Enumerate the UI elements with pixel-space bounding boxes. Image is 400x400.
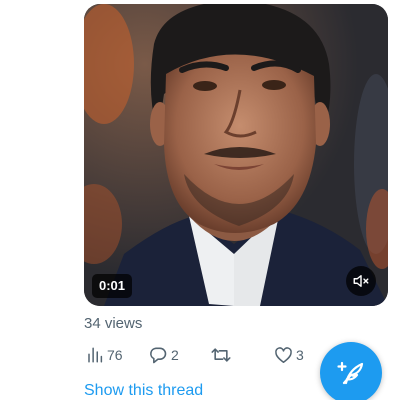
video-timestamp: 0:01 xyxy=(92,274,133,298)
video-player[interactable]: 0:01 xyxy=(84,4,388,306)
speaker-muted-icon xyxy=(353,275,369,287)
mute-button[interactable] xyxy=(346,266,376,296)
like-count: 3 xyxy=(296,347,304,363)
heart-icon xyxy=(275,346,292,363)
show-thread-link[interactable]: Show this thread xyxy=(84,381,203,400)
analytics-button[interactable]: 76 xyxy=(86,344,123,366)
video-frame xyxy=(84,4,388,306)
tweet-actions: 76 2 3 xyxy=(84,344,314,366)
compose-tweet-button[interactable] xyxy=(320,342,382,400)
retweet-icon xyxy=(211,348,231,362)
reply-count: 2 xyxy=(171,347,179,363)
analytics-bar-icon xyxy=(88,347,103,363)
reply-bubble-icon xyxy=(150,347,167,364)
like-button[interactable]: 3 xyxy=(274,344,304,366)
analytics-count: 76 xyxy=(107,347,123,363)
feather-plus-icon xyxy=(337,361,364,385)
view-count: 34 views xyxy=(84,315,143,332)
retweet-button[interactable] xyxy=(210,344,235,366)
reply-button[interactable]: 2 xyxy=(148,344,179,366)
tweet-view: 0:01 34 views 76 2 3 Show this thread xyxy=(0,0,400,400)
